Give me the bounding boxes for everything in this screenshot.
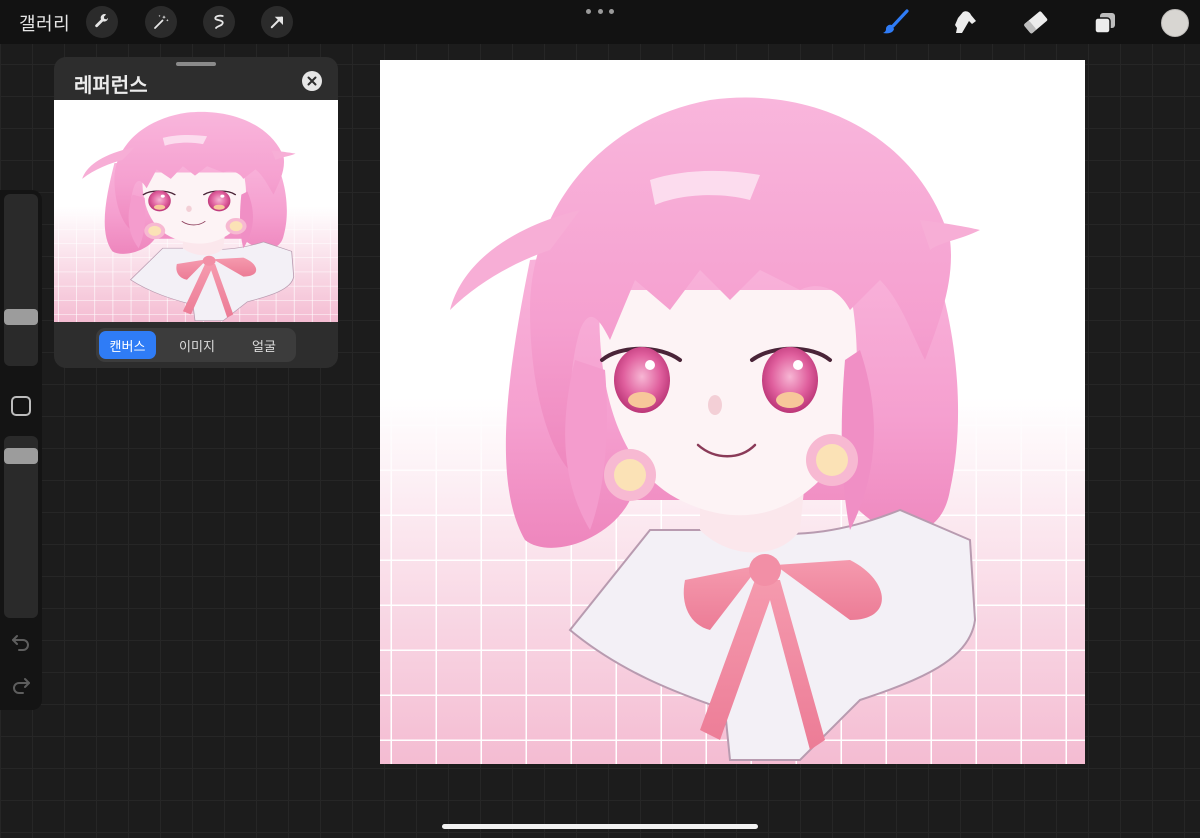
reference-mode-tabs: 캔버스 이미지 얼굴 — [96, 328, 296, 362]
left-sidebar — [0, 190, 42, 710]
top-toolbar: 갤러리 — [0, 0, 1200, 44]
close-icon[interactable] — [302, 71, 322, 91]
gallery-button[interactable]: 갤러리 — [19, 10, 70, 36]
tab-face[interactable]: 얼굴 — [236, 331, 292, 359]
brush-size-thumb[interactable] — [4, 309, 38, 325]
smudge-icon[interactable] — [948, 6, 982, 40]
color-picker-swatch[interactable] — [1161, 9, 1189, 37]
magic-wand-icon[interactable] — [145, 6, 177, 38]
brush-icon[interactable] — [878, 6, 912, 40]
drawing-canvas[interactable] — [380, 60, 1085, 764]
modify-square-icon[interactable] — [11, 396, 31, 416]
tab-canvas[interactable]: 캔버스 — [99, 331, 156, 359]
opacity-thumb[interactable] — [4, 448, 38, 464]
home-indicator — [442, 824, 758, 829]
more-options-icon[interactable] — [586, 4, 614, 18]
tab-image[interactable]: 이미지 — [167, 331, 227, 359]
panel-grab-handle[interactable] — [176, 62, 216, 66]
eraser-icon[interactable] — [1018, 6, 1052, 40]
layers-icon[interactable] — [1088, 6, 1122, 40]
wrench-icon[interactable] — [86, 6, 118, 38]
brush-size-slider[interactable] — [4, 194, 38, 366]
reference-image[interactable] — [54, 100, 338, 322]
selection-icon[interactable] — [203, 6, 235, 38]
redo-icon[interactable] — [9, 674, 33, 696]
transform-arrow-icon[interactable] — [261, 6, 293, 38]
undo-icon[interactable] — [9, 631, 33, 653]
reference-panel-title: 레퍼런스 — [74, 73, 148, 97]
reference-panel: 레퍼런스 캔버스 이미지 얼굴 — [54, 57, 338, 368]
